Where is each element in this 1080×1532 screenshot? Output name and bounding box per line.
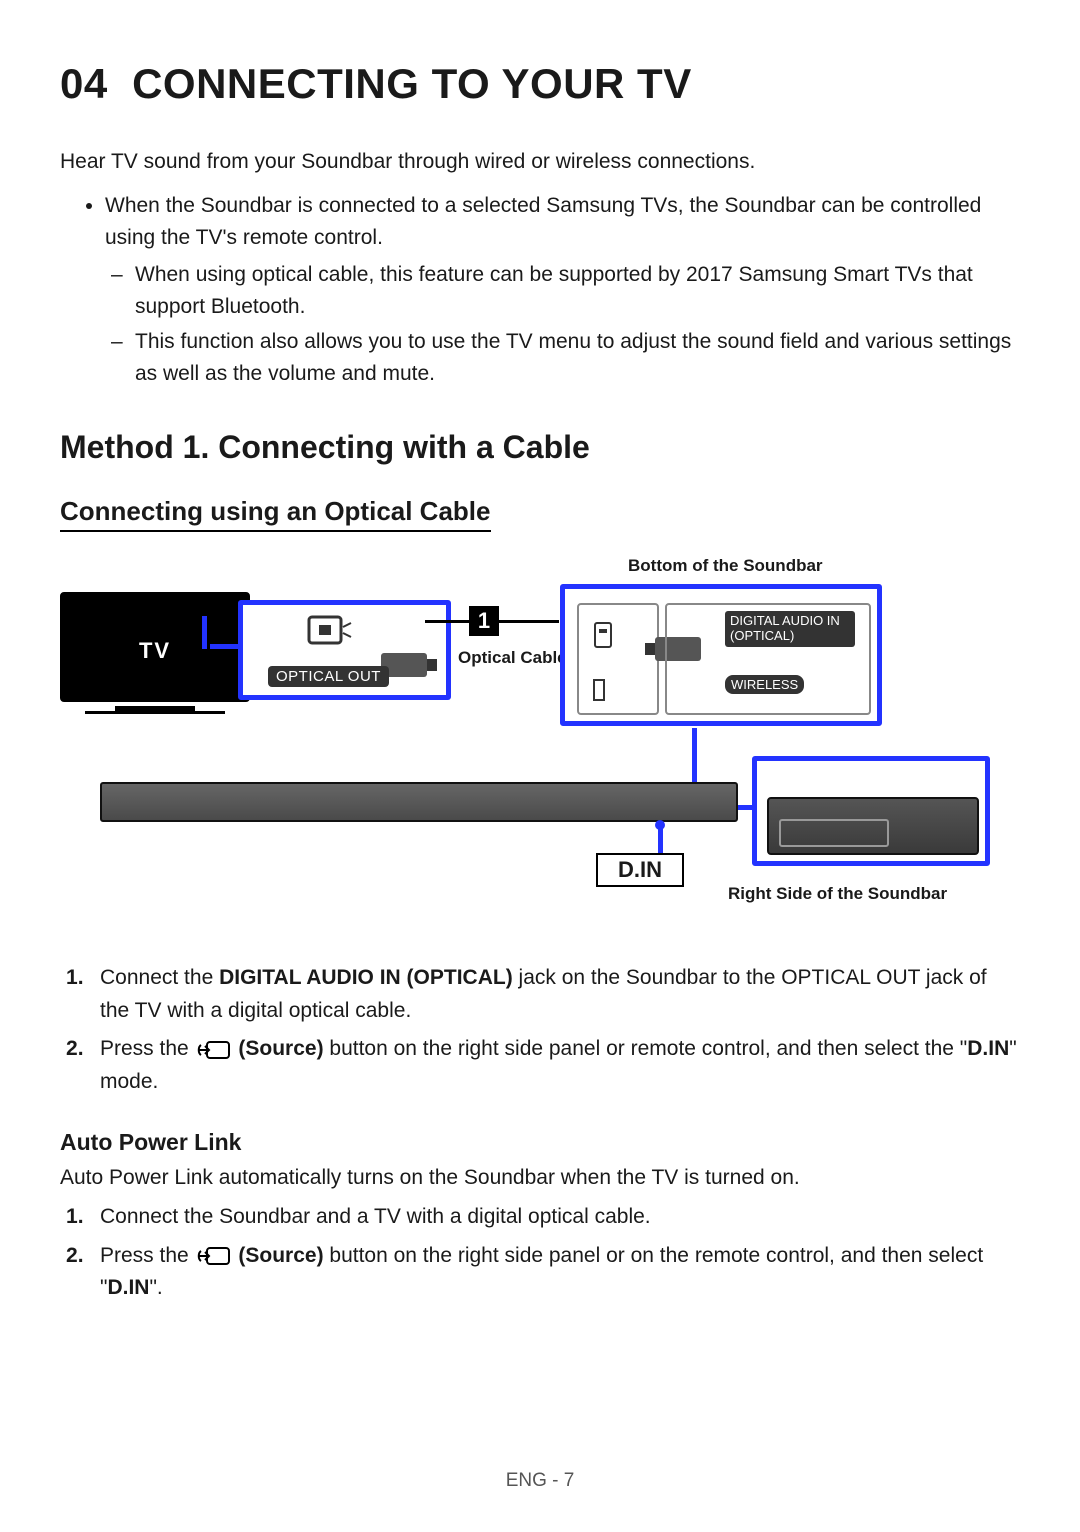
auto-power-link-desc: Auto Power Link automatically turns on t… bbox=[60, 1162, 1020, 1194]
side-panel-body bbox=[767, 797, 979, 855]
source-icon bbox=[197, 1040, 231, 1060]
wireless-label: WIRELESS bbox=[725, 675, 804, 694]
feature-subitem: When using optical cable, this feature c… bbox=[135, 259, 1020, 322]
side-panel-buttons: − + bbox=[773, 765, 888, 786]
step-text: button on the right side panel or remote… bbox=[324, 1037, 968, 1060]
soundbar-right-bay: DIGITAL AUDIO IN (OPTICAL) WIRELESS bbox=[665, 603, 871, 715]
din-text: D.IN bbox=[107, 1276, 149, 1299]
optical-in-port-icon bbox=[593, 679, 605, 701]
feature-sublist: When using optical cable, this feature c… bbox=[105, 259, 1020, 389]
step-text: Connect the bbox=[100, 966, 219, 989]
method-heading: Method 1. Connecting with a Cable bbox=[60, 429, 1020, 466]
setup-steps-b: Connect the Soundbar and a TV with a dig… bbox=[60, 1201, 1020, 1305]
step-item: Connect the Soundbar and a TV with a dig… bbox=[100, 1201, 1020, 1234]
side-panel-callout: − + bbox=[752, 756, 990, 866]
callout-line bbox=[658, 823, 663, 856]
source-label: (Source) bbox=[233, 1244, 324, 1267]
callout-line bbox=[692, 728, 697, 786]
tv-stand-icon bbox=[115, 706, 195, 711]
soundbar-left-bay bbox=[577, 603, 659, 715]
digital-audio-in-label: DIGITAL AUDIO IN (OPTICAL) bbox=[725, 611, 855, 647]
section-number: 04 bbox=[60, 60, 108, 107]
power-icon bbox=[872, 768, 888, 784]
right-side-label: Right Side of the Soundbar bbox=[728, 884, 947, 904]
side-panel-display-icon bbox=[779, 819, 889, 847]
volume-up-icon: + bbox=[806, 765, 827, 786]
feature-item: When the Soundbar is connected to a sele… bbox=[105, 190, 1020, 389]
bottom-of-soundbar-label: Bottom of the Soundbar bbox=[628, 556, 823, 576]
step-bold: DIGITAL AUDIO IN (OPTICAL) bbox=[219, 966, 513, 989]
service-port-icon bbox=[593, 621, 613, 649]
feature-subitem: This function also allows you to use the… bbox=[135, 326, 1020, 389]
feature-list: When the Soundbar is connected to a sele… bbox=[60, 190, 1020, 389]
volume-down-icon: − bbox=[773, 765, 794, 786]
step-text: Press the bbox=[100, 1037, 195, 1060]
intro-text: Hear TV sound from your Soundbar through… bbox=[60, 148, 1020, 176]
feature-item-text: When the Soundbar is connected to a sele… bbox=[105, 194, 981, 249]
source-icon bbox=[838, 768, 860, 784]
din-mode-label: D.IN bbox=[596, 853, 684, 887]
optical-out-label: OPTICAL OUT bbox=[268, 666, 389, 687]
section-heading: 04 CONNECTING TO YOUR TV bbox=[60, 60, 1020, 108]
dai-line1: DIGITAL AUDIO IN bbox=[730, 613, 840, 628]
step-item: Press the (Source) button on the right s… bbox=[100, 1240, 1020, 1305]
auto-power-link-heading: Auto Power Link bbox=[60, 1129, 1020, 1156]
soundbar-icon bbox=[100, 782, 738, 822]
setup-steps-a: Connect the DIGITAL AUDIO IN (OPTICAL) j… bbox=[60, 962, 1020, 1098]
optical-heading: Connecting using an Optical Cable bbox=[60, 496, 491, 532]
step-text: Press the bbox=[100, 1244, 195, 1267]
soundbar-port-callout: DIGITAL AUDIO IN (OPTICAL) WIRELESS bbox=[560, 584, 882, 726]
section-title: CONNECTING TO YOUR TV bbox=[132, 60, 692, 107]
optical-port-icon bbox=[303, 613, 353, 653]
source-label: (Source) bbox=[233, 1037, 324, 1060]
connection-diagram: Bottom of the Soundbar TV OPTICAL OUT 1 … bbox=[60, 562, 1020, 932]
optical-cable-label: Optical Cable bbox=[458, 648, 567, 668]
dai-line2: (OPTICAL) bbox=[730, 628, 794, 643]
din-text: D.IN bbox=[967, 1037, 1009, 1060]
page-footer: ENG - 7 bbox=[0, 1470, 1080, 1492]
step-badge-1: 1 bbox=[469, 606, 499, 636]
step-text: ". bbox=[149, 1276, 162, 1299]
tv-label: TV bbox=[60, 638, 250, 664]
step-item: Press the (Source) button on the right s… bbox=[100, 1033, 1020, 1098]
step-item: Connect the DIGITAL AUDIO IN (OPTICAL) j… bbox=[100, 962, 1020, 1027]
source-icon bbox=[197, 1246, 231, 1266]
tv-port-callout: OPTICAL OUT bbox=[238, 600, 451, 700]
